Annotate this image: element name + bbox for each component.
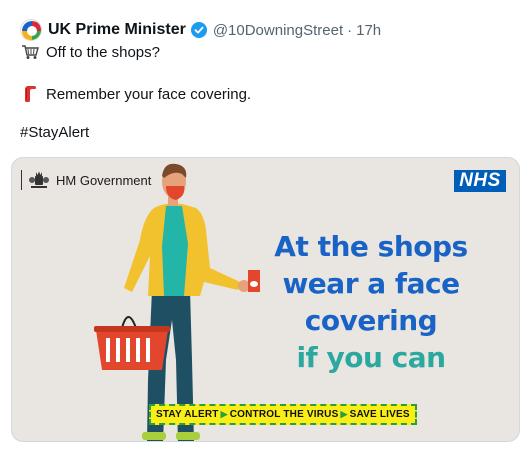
slogan-part-1: STAY ALERT — [156, 409, 219, 420]
avatar[interactable] — [20, 19, 42, 41]
tweet-line-shops: Off to the shops? — [20, 43, 160, 61]
tweet-line-hashtag[interactable]: #StayAlert — [20, 124, 89, 141]
headline: At the shops wear a face covering if you… — [240, 228, 502, 376]
headline-line-3: covering — [304, 304, 438, 337]
chevron-right-icon: ▶ — [220, 409, 228, 419]
stay-alert-slogan-bar: STAY ALERT ▶ CONTROL THE VIRUS ▶ SAVE LI… — [149, 404, 417, 425]
headline-line-2: wear a face — [282, 267, 460, 300]
user-handle[interactable]: @10DowningStreet — [213, 22, 343, 39]
royal-crest-icon — [28, 170, 50, 190]
tweet-text-line-2: Remember your face covering. — [46, 85, 252, 103]
display-name[interactable]: UK Prime Minister — [48, 21, 186, 39]
shopping-cart-icon — [20, 43, 40, 61]
separator: · — [347, 21, 353, 39]
chevron-right-icon: ▶ — [340, 409, 348, 419]
logo-divider — [21, 170, 22, 190]
slogan-part-3: SAVE LIVES — [349, 409, 410, 420]
hashtag-link[interactable]: #StayAlert — [20, 124, 89, 141]
face-covering-icon — [20, 85, 40, 103]
tweet-text-line-1: Off to the shops? — [46, 43, 160, 61]
tweet-media-image[interactable]: HM Government NHS At the shops wear a fa… — [11, 157, 520, 442]
tweet-line-face-covering: Remember your face covering. — [20, 85, 251, 103]
tweet-header: UK Prime Minister @10DowningStreet · 17h — [20, 17, 381, 43]
tweet-card[interactable]: UK Prime Minister @10DowningStreet · 17h… — [0, 0, 532, 449]
headline-line-1: At the shops — [274, 230, 468, 263]
timestamp[interactable]: 17h — [356, 22, 381, 39]
nhs-logo: NHS — [454, 170, 506, 192]
headline-line-4: if you can — [296, 341, 446, 374]
slogan-part-2: CONTROL THE VIRUS — [229, 409, 339, 420]
verified-badge-icon — [190, 22, 207, 38]
